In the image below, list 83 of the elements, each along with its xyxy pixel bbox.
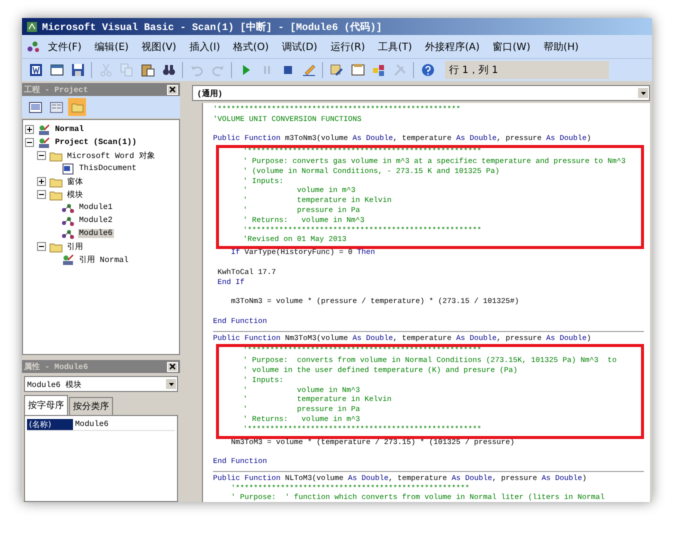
- plus-icon: [27, 127, 32, 132]
- folder-icon: [49, 240, 63, 252]
- dropdown-button[interactable]: [637, 87, 649, 99]
- module-icon: [61, 214, 75, 226]
- cursor-position: 行 1，列 1: [445, 61, 609, 79]
- tab[interactable]: 按分类序: [69, 397, 113, 415]
- menu-item[interactable]: 窗口(W): [488, 38, 536, 56]
- menu-item[interactable]: 视图(V): [136, 38, 182, 56]
- menu-item[interactable]: 插入(I): [184, 38, 226, 56]
- menu-item[interactable]: 外接程序(A): [420, 38, 485, 56]
- properties-icon: [350, 63, 364, 77]
- paste-icon: [140, 63, 154, 77]
- view-code-icon: [28, 102, 42, 112]
- tree-item[interactable]: Module6: [78, 229, 114, 238]
- menu-item[interactable]: 运行(R): [325, 38, 370, 56]
- collapse-toggle[interactable]: [37, 242, 46, 251]
- save-icon: [70, 63, 84, 77]
- close-icon: [169, 363, 176, 370]
- menu-item[interactable]: 帮助(H): [538, 38, 584, 56]
- word-document-icon: [28, 63, 42, 77]
- minus-icon: [27, 140, 32, 145]
- collapse-toggle[interactable]: [25, 138, 34, 147]
- folder-icon: [49, 188, 63, 200]
- binoculars-icon: [162, 63, 176, 77]
- collapse-toggle[interactable]: [37, 151, 46, 160]
- help-icon: [420, 63, 434, 77]
- menu-item[interactable]: 编辑(E): [90, 38, 134, 56]
- close-icon: [169, 86, 176, 93]
- app-icon: [26, 20, 38, 32]
- tools-icon: [392, 63, 406, 77]
- minus-icon: [39, 192, 44, 197]
- form-icon: [50, 63, 64, 77]
- close-button[interactable]: [167, 84, 178, 94]
- tree-item[interactable]: Normal: [54, 125, 85, 134]
- dropdown-button[interactable]: [165, 378, 177, 390]
- expand-toggle[interactable]: [37, 177, 46, 186]
- panel-title: 属性 - Module6: [24, 361, 88, 372]
- copy-icon: [120, 63, 134, 77]
- tree-item[interactable]: Microsoft Word 对象: [66, 150, 156, 161]
- tree-item[interactable]: 窗体: [66, 176, 84, 187]
- expand-toggle[interactable]: [25, 125, 34, 134]
- project-icon: [37, 124, 51, 136]
- property-value: Module6: [74, 420, 109, 428]
- collapse-toggle[interactable]: [37, 190, 46, 199]
- folder-icon: [49, 150, 63, 162]
- scope-dropdown[interactable]: (通用): [192, 85, 650, 101]
- tree-item[interactable]: Module2: [78, 216, 114, 225]
- redo-icon: [210, 63, 224, 77]
- menu-item[interactable]: 工具(T): [373, 38, 417, 56]
- tree-item[interactable]: 模块: [66, 189, 84, 200]
- window-title: Microsoft Visual Basic - Scan(1) [中断] - [Module6 (代码)]: [42, 20, 382, 34]
- module-icon: [61, 202, 75, 214]
- undo-icon: [190, 63, 204, 77]
- document-icon: [61, 162, 75, 174]
- menu-item[interactable]: 文件(F): [43, 38, 87, 56]
- caret-icon: [168, 382, 174, 386]
- minus-icon: [39, 244, 44, 249]
- menu-item[interactable]: 调试(D): [276, 38, 322, 56]
- scissors-icon: [98, 63, 112, 77]
- panel-title: 工程 - Project: [24, 84, 88, 95]
- tree-item[interactable]: ThisDocument: [78, 164, 138, 173]
- tree-item[interactable]: Project (Scan(1)): [54, 138, 138, 147]
- menu-item[interactable]: 格式(O): [228, 38, 274, 56]
- folder-icon: [49, 176, 63, 188]
- folder-icon: [70, 102, 84, 112]
- project-explorer-icon: [330, 63, 344, 77]
- tab[interactable]: 按字母序: [24, 395, 68, 415]
- object-browser-icon: [372, 63, 386, 77]
- property-name[interactable]: (名称): [27, 418, 73, 430]
- reference-icon: [61, 254, 75, 266]
- project-icon: [37, 136, 51, 148]
- module-icon: [26, 40, 40, 54]
- plus-icon: [39, 179, 44, 184]
- close-button[interactable]: [167, 362, 178, 372]
- minus-icon: [39, 153, 44, 158]
- object-dropdown[interactable]: Module6 模块: [24, 376, 178, 392]
- view-object-icon: [50, 102, 62, 112]
- tree-item[interactable]: 引用: [66, 241, 84, 252]
- tree-item[interactable]: 引用 Normal: [78, 254, 130, 265]
- tree-item[interactable]: Module1: [78, 203, 114, 212]
- caret-icon: [640, 92, 646, 94]
- module-icon: [61, 228, 75, 240]
- ruler-pencil-icon: [302, 63, 316, 77]
